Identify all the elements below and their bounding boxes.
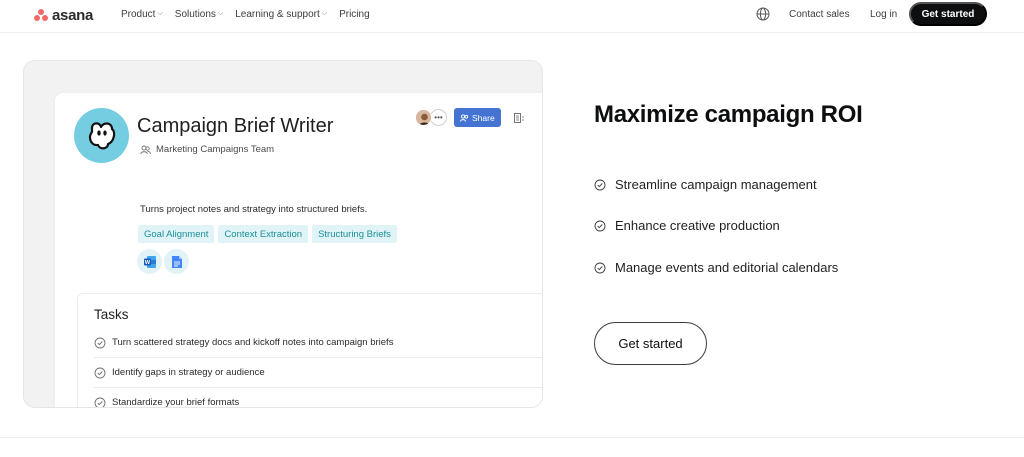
team-icon (140, 145, 151, 154)
benefit-label: Streamline campaign management (615, 177, 817, 192)
skill-tag: Structuring Briefs (312, 225, 397, 243)
globe-icon[interactable] (756, 7, 770, 21)
nav-link-label: Learning & support (235, 8, 320, 20)
user-avatar[interactable] (415, 109, 432, 126)
check-circle-icon[interactable] (94, 397, 106, 409)
benefit-item: Streamline campaign management (594, 177, 817, 192)
benefit-item: Manage events and editorial calendars (594, 260, 838, 275)
person-icon (416, 110, 431, 125)
team-name: Marketing Campaigns Team (156, 144, 275, 155)
task-row[interactable]: Identify gaps in strategy or audience (94, 358, 542, 388)
agent-preview-card: Campaign Brief Writer Marketing Campaign… (23, 60, 543, 408)
agent-avatar (74, 108, 129, 163)
logo-text: asana (52, 6, 94, 24)
agent-title: Campaign Brief Writer (137, 115, 334, 137)
tasks-panel: Tasks Turn scattered strategy docs and k… (77, 293, 542, 409)
nav-get-started-button[interactable]: Get started (909, 2, 987, 26)
team-label: Marketing Campaigns Team (140, 144, 274, 155)
skill-tags: Goal Alignment Context Extraction Struct… (138, 225, 397, 243)
tasks-heading: Tasks (94, 307, 129, 322)
nav-link-solutions[interactable]: Solutions ⌵ (175, 9, 223, 20)
agent-description: Turns project notes and strategy into st… (140, 204, 368, 215)
check-circle-icon[interactable] (94, 337, 106, 349)
share-controls: ••• Share (415, 108, 525, 127)
skill-tag: Context Extraction (218, 225, 309, 243)
task-row[interactable]: Turn scattered strategy docs and kickoff… (94, 328, 542, 358)
share-people-icon (460, 113, 469, 122)
task-label: Turn scattered strategy docs and kickoff… (112, 337, 394, 348)
share-button[interactable]: Share (454, 108, 501, 127)
connected-apps: W (137, 249, 189, 274)
check-circle-icon (594, 220, 606, 231)
more-options-icon[interactable]: ••• (430, 109, 447, 126)
task-label: Standardize your brief formats (112, 397, 240, 408)
chevron-down-icon: ⌵ (217, 10, 224, 17)
task-row[interactable]: Standardize your brief formats (94, 388, 542, 409)
get-started-button[interactable]: Get started (594, 322, 707, 365)
skill-tag: Goal Alignment (138, 225, 215, 243)
asana-logo-icon (34, 9, 48, 21)
nav-link-label: Solutions (174, 8, 216, 20)
chevron-down-icon: ⌵ (157, 10, 163, 17)
agent-panel: Campaign Brief Writer Marketing Campaign… (55, 93, 542, 409)
top-nav: asana Product ⌵ Solutions ⌵ Learning & sup… (0, 0, 1024, 33)
task-label: Identify gaps in strategy or audience (112, 367, 265, 378)
nav-link-label: Pricing (339, 8, 370, 20)
section-divider (0, 437, 1024, 438)
benefit-label: Manage events and editorial calendars (615, 260, 839, 275)
nav-link-pricing[interactable]: Pricing (339, 9, 370, 20)
asana-logo[interactable]: asana (34, 6, 93, 24)
nav-link-label: Product (121, 8, 156, 20)
nav-link-product[interactable]: Product ⌵ (121, 9, 163, 20)
check-circle-icon (594, 179, 606, 190)
nav-links: Product ⌵ Solutions ⌵ Learning & support ⌵ … (121, 0, 382, 28)
nav-link-learning-support[interactable]: Learning & support ⌵ (235, 9, 327, 20)
check-circle-icon[interactable] (94, 367, 106, 379)
section-headline: Maximize campaign ROI (594, 101, 863, 128)
benefit-label: Enhance creative production (615, 218, 780, 233)
document-list-icon[interactable] (513, 112, 525, 124)
contact-sales-link[interactable]: Contact sales (789, 9, 850, 20)
google-docs-icon (171, 255, 182, 268)
ai-teammate-icon (88, 121, 115, 149)
google-docs-app (164, 249, 189, 274)
check-circle-icon (594, 262, 606, 273)
benefit-item: Enhance creative production (594, 218, 780, 233)
share-label: Share (472, 112, 495, 123)
word-app: W (137, 249, 162, 274)
login-link[interactable]: Log in (870, 9, 897, 20)
chevron-down-icon: ⌵ (321, 10, 328, 17)
svg-text:W: W (144, 260, 150, 266)
word-icon: W (143, 255, 156, 268)
